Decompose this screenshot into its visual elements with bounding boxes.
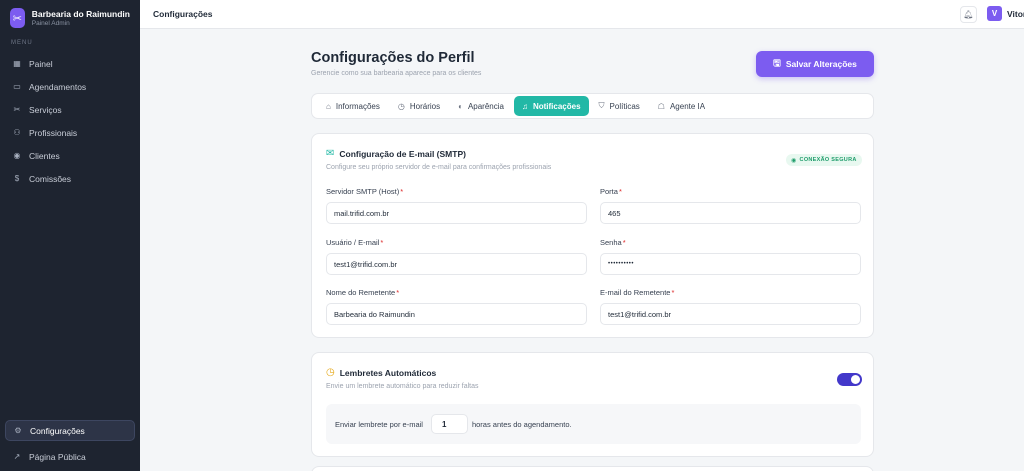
field-label: Senha xyxy=(600,238,622,247)
smtp-host-field: Servidor SMTP (Host)* mail.trifid.com.br xyxy=(326,187,587,224)
menu-section-label: MENU xyxy=(11,40,33,46)
tab-label: Horários xyxy=(409,101,441,111)
notifications-bell-icon[interactable]: 🔔︎ xyxy=(960,6,977,23)
shield-icon: ⛉ xyxy=(598,101,605,110)
field-label: Porta xyxy=(600,187,618,196)
brand-subtitle: Painel Admin xyxy=(31,20,70,27)
shield-check-icon: ◉ xyxy=(791,157,797,164)
sidebar-item-configuracoes[interactable]: ⚙ Configurações xyxy=(5,420,135,441)
sidebar-item-label: Página Pública xyxy=(29,451,86,462)
mail-icon: ✉ xyxy=(326,148,335,159)
tab-aparencia[interactable]: ◐ Aparência xyxy=(450,96,512,116)
reminders-card-subtitle: Envie um lembrete automático para reduzi… xyxy=(326,383,479,390)
bell-icon: ♫ xyxy=(521,101,528,111)
save-button[interactable]: 🖫︎ Salvar Alterações xyxy=(756,51,874,77)
page-subtitle: Gerencie como sua barbearia aparece para… xyxy=(311,70,482,77)
toggle-knob xyxy=(851,375,860,384)
field-label: Usuário / E-mail xyxy=(326,238,380,247)
sidebar-item-servicos[interactable]: ✂ Serviços xyxy=(0,98,140,121)
page-title: Configurações do Perfil xyxy=(311,50,475,66)
calendar-icon: ▭ xyxy=(13,82,21,91)
smtp-host-input[interactable]: mail.trifid.com.br xyxy=(326,202,587,224)
smtp-user-input[interactable]: test1@trifid.com.br xyxy=(326,253,587,275)
field-label: E-mail do Remetente xyxy=(600,288,671,297)
topbar-title: Configurações xyxy=(153,9,213,19)
reminder-hours-input[interactable]: 1 xyxy=(430,414,468,434)
tab-label: Informações xyxy=(335,101,380,111)
secure-connection-badge: ◉ CONEXÃO SEGURA xyxy=(786,154,862,166)
smtp-port-field: Porta* 465 xyxy=(600,187,861,224)
sidebar-item-pagina-publica[interactable]: ↗ Página Pública xyxy=(5,445,135,468)
sidebar-item-painel[interactable]: ▦ Painel xyxy=(0,52,140,75)
clock-icon: ◷ xyxy=(326,367,335,378)
sender-email-input[interactable]: test1@trifid.com.br xyxy=(600,303,861,325)
user-circle-icon: ◉ xyxy=(13,151,21,160)
sidebar-item-profissionais[interactable]: ⚇ Profissionais xyxy=(0,121,140,144)
palette-icon: ◐ xyxy=(458,101,463,111)
username[interactable]: Vitor xyxy=(1007,9,1024,19)
brand-name: Barbearia do Raimundin xyxy=(31,9,130,19)
avatar[interactable]: V xyxy=(987,6,1002,21)
users-icon: ⚇ xyxy=(13,128,21,137)
sidebar-item-label: Comissões xyxy=(29,173,72,184)
gear-icon: ⚙ xyxy=(14,426,22,435)
sidebar-item-label: Clientes xyxy=(29,150,60,161)
robot-icon: ☖ xyxy=(657,101,665,111)
reminders-toggle[interactable] xyxy=(837,373,862,386)
sender-email-field: E-mail do Remetente* test1@trifid.com.br xyxy=(600,288,861,325)
smtp-password-input[interactable]: •••••••••• xyxy=(600,253,861,275)
reminder-prefix-text: Enviar lembrete por e-mail xyxy=(335,419,423,429)
field-label: Servidor SMTP (Host) xyxy=(326,187,400,196)
store-icon: ⌂ xyxy=(326,101,331,111)
smtp-password-field: Senha* •••••••••• xyxy=(600,238,861,275)
sidebar-item-clientes[interactable]: ◉ Clientes xyxy=(0,144,140,167)
settings-tabs: ⌂ Informações ◷ Horários ◐ Aparência ♫ N… xyxy=(311,93,874,119)
sidebar-item-label: Configurações xyxy=(30,425,85,436)
next-card-edge xyxy=(311,466,874,471)
sender-name-input[interactable]: Barbearia do Raimundin xyxy=(326,303,587,325)
tab-informacoes[interactable]: ⌂ Informações xyxy=(318,96,388,116)
external-link-icon: ↗ xyxy=(13,452,21,461)
sidebar-item-comissoes[interactable]: $ Comissões xyxy=(0,167,140,190)
tab-label: Agente IA xyxy=(669,101,706,111)
badge-label: CONEXÃO SEGURA xyxy=(799,157,857,163)
save-icon: 🖫︎ xyxy=(773,58,781,68)
reminders-card: ◷ Lembretes Automáticos Envie um lembret… xyxy=(311,352,874,457)
tab-agente-ia[interactable]: ☖ Agente IA xyxy=(650,96,713,116)
sidebar-item-label: Agendamentos xyxy=(29,81,87,92)
sidebar-item-label: Painel xyxy=(29,58,53,69)
field-label: Nome do Remetente xyxy=(326,288,396,297)
smtp-settings-card: ✉ Configuração de E-mail (SMTP) Configur… xyxy=(311,133,874,338)
tab-horarios[interactable]: ◷ Horários xyxy=(390,96,448,116)
tab-notificacoes[interactable]: ♫ Notificações xyxy=(513,96,589,116)
clock-icon: ◷ xyxy=(397,101,405,111)
smtp-user-field: Usuário / E-mail* test1@trifid.com.br xyxy=(326,238,587,275)
scissors-icon: ✂ xyxy=(13,105,21,114)
sidebar-item-label: Profissionais xyxy=(29,127,78,138)
smtp-port-input[interactable]: 465 xyxy=(600,202,861,224)
brand[interactable]: ✂ Barbearia do Raimundin Painel Admin xyxy=(0,0,140,36)
reminder-setting-row: Enviar lembrete por e-mail 1 horas antes… xyxy=(326,404,861,444)
tab-label: Políticas xyxy=(609,101,640,111)
grid-icon: ▦ xyxy=(13,59,21,68)
sidebar: ✂ Barbearia do Raimundin Painel Admin ME… xyxy=(0,0,140,471)
sender-name-field: Nome do Remetente* Barbearia do Raimundi… xyxy=(326,288,587,325)
reminders-card-title: Lembretes Automáticos xyxy=(339,367,437,378)
sidebar-item-label: Serviços xyxy=(29,104,62,115)
tab-politicas[interactable]: ⛉ Políticas xyxy=(591,96,648,116)
smtp-card-title: Configuração de E-mail (SMTP) xyxy=(339,148,466,159)
topbar: Configurações 🔔︎ V Vitor xyxy=(140,0,1024,29)
reminder-suffix-text: horas antes do agendamento. xyxy=(471,419,572,429)
tab-label: Aparência xyxy=(467,101,504,111)
scissors-logo-icon: ✂ xyxy=(10,8,25,28)
sidebar-item-agendamentos[interactable]: ▭ Agendamentos xyxy=(0,75,140,98)
dollar-icon: $ xyxy=(14,174,20,183)
save-button-label: Salvar Alterações xyxy=(785,59,857,69)
tab-label: Notificações xyxy=(532,101,581,111)
smtp-card-subtitle: Configure seu próprio servidor de e-mail… xyxy=(326,164,552,171)
